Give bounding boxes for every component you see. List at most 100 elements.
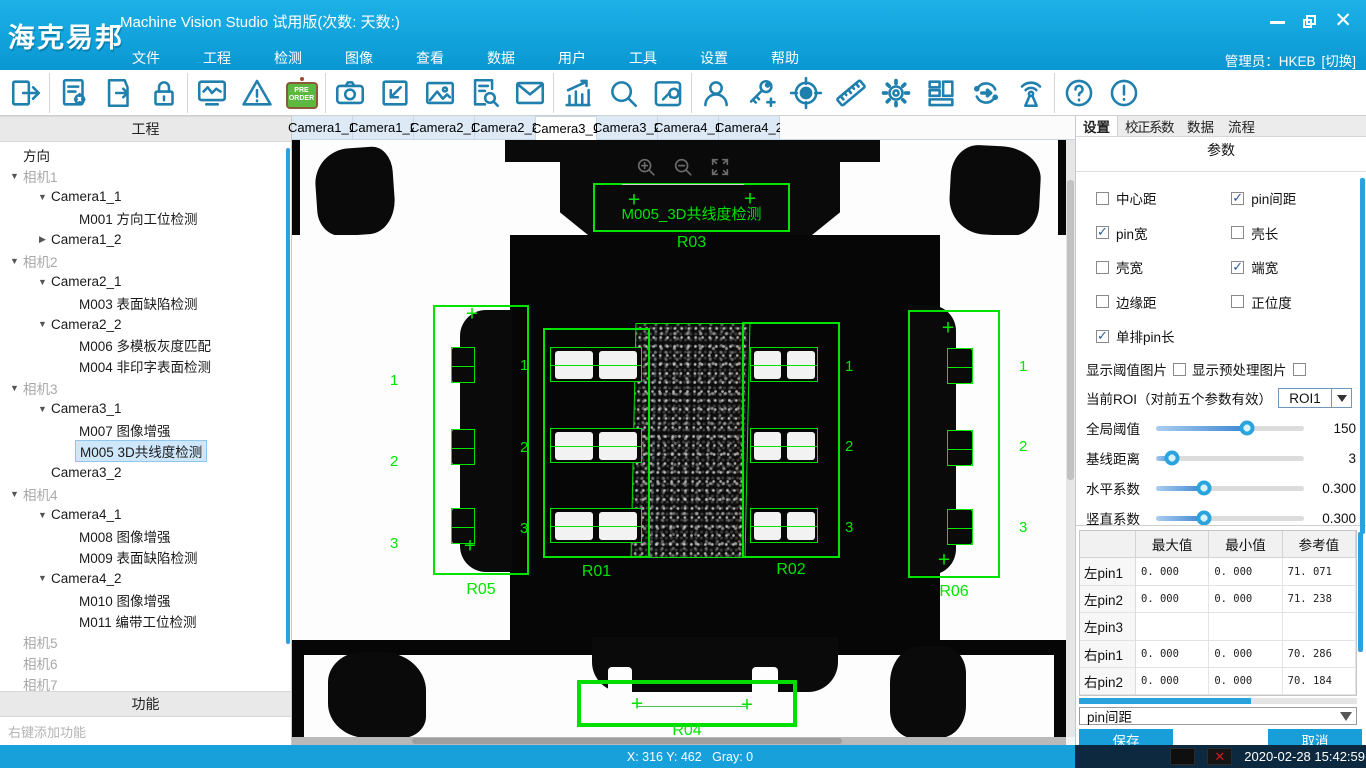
tree-item[interactable]: 方向 [0,144,291,165]
tree-item[interactable]: 相机5 [0,631,291,652]
monitor-wave-icon[interactable] [189,72,234,114]
tree-item[interactable]: M010 图像增强 [0,589,291,610]
checkbox-edge-distance[interactable]: 边缘距 [1096,292,1231,312]
camera-tab-active[interactable]: Camera3_1 [536,116,597,140]
table-cell[interactable]: 0. 000 [1209,586,1282,613]
menu-tools[interactable]: 工具 [629,48,657,68]
tree-item[interactable]: M006 多模板灰度匹配 [0,335,291,356]
camera-tab[interactable]: Camera1_1 [292,116,353,140]
fit-view-icon[interactable] [709,156,731,183]
tree-expand-icon[interactable]: ▶ [34,234,51,245]
checkbox-single-row-pin-length[interactable]: 单排pin长 [1096,326,1231,346]
tree-item[interactable]: M009 表面缺陷检测 [0,547,291,568]
roi-select-dropdown-button[interactable] [1332,388,1352,408]
menu-user[interactable]: 用户 [558,48,586,68]
camera-tab[interactable]: Camera2_2 [475,116,536,140]
image-vertical-scrollbar[interactable] [1066,140,1075,737]
tree-item[interactable]: ▼相机1 [0,165,291,186]
tree-item[interactable]: 相机6 [0,653,291,674]
toolbox-icon[interactable] [645,72,690,114]
switch-user-link[interactable]: [切换] [1321,50,1356,70]
table-cell[interactable]: 71. 071 [1283,558,1356,585]
table-cell[interactable]: 0. 000 [1136,641,1209,668]
menu-file[interactable]: 文件 [132,48,160,68]
roi-box-r05[interactable] [433,305,529,575]
checkbox-threshold-image[interactable] [1173,363,1186,376]
table-cell[interactable]: 0. 000 [1136,558,1209,585]
checkbox-pin-pitch[interactable]: pin间距 [1231,188,1360,208]
slider-track[interactable] [1156,456,1304,461]
zoom-in-icon[interactable] [635,156,657,183]
image-horizontal-scrollbar[interactable] [292,737,1066,745]
table-cell[interactable]: 70. 286 [1283,641,1356,668]
tree-expand-icon[interactable]: ▼ [34,277,51,287]
menu-view[interactable]: 查看 [416,48,444,68]
menu-project[interactable]: 工程 [203,48,231,68]
table-cell[interactable]: 0. 000 [1209,641,1282,668]
tree-expand-icon[interactable]: ▼ [6,171,23,181]
table-cell[interactable] [1209,613,1282,640]
tree-expand-icon[interactable]: ▼ [6,256,23,266]
slider-thumb[interactable] [1165,451,1180,466]
roi-box-r06[interactable] [908,310,1000,578]
menu-detect[interactable]: 检测 [274,48,302,68]
camera-tab[interactable]: Camera3_2 [597,116,658,140]
image-icon[interactable] [417,72,462,114]
table-cell[interactable] [1136,613,1209,640]
tree-expand-icon[interactable]: ▼ [34,573,51,583]
tree-item[interactable]: ▶Camera1_2 [0,229,291,250]
tab-data[interactable]: 数据 [1180,116,1221,136]
measure-type-dropdown[interactable]: pin间距 [1079,707,1357,725]
function-placeholder[interactable]: 右键添加功能 [0,717,291,745]
tree-expand-icon[interactable]: ▼ [34,192,51,202]
slider-track[interactable] [1156,486,1304,491]
checkbox-icon[interactable] [1096,330,1109,343]
checkbox-icon[interactable] [1096,261,1109,274]
tree-expand-icon[interactable]: ▼ [34,510,51,520]
checkbox-icon[interactable] [1231,226,1244,239]
table-cell[interactable]: 0. 000 [1209,668,1282,695]
slider-track[interactable] [1156,426,1304,431]
tree-item[interactable]: ▼相机3 [0,377,291,398]
mail-icon[interactable] [507,72,552,114]
key-add-icon[interactable] [738,72,783,114]
statistics-icon[interactable] [555,72,600,114]
about-icon[interactable] [1101,72,1146,114]
checkbox-shell-length[interactable]: 壳长 [1231,223,1360,243]
tree-item[interactable]: M001 方向工位检测 [0,208,291,229]
search-icon[interactable] [600,72,645,114]
zoom-out-icon[interactable] [672,156,694,183]
tree-expand-icon[interactable]: ▼ [6,489,23,499]
checkbox-icon[interactable] [1231,261,1244,274]
roi-box-r04[interactable] [577,680,797,727]
target-icon[interactable] [783,72,828,114]
tree-item[interactable]: M008 图像增强 [0,525,291,546]
checkbox-pin-width[interactable]: pin宽 [1096,223,1231,243]
table-cell[interactable]: 0. 000 [1209,558,1282,585]
tree-item[interactable]: M007 图像增强 [0,419,291,440]
layout-blocks-icon[interactable] [918,72,963,114]
table-vertical-scrollbar[interactable] [1358,532,1363,652]
tree-item[interactable]: M004 非印字表面检测 [0,356,291,377]
tree-item[interactable]: M003 表面缺陷检测 [0,292,291,313]
slider-thumb[interactable] [1240,421,1255,436]
help-icon[interactable] [1056,72,1101,114]
tab-correction[interactable]: 校正系数 [1118,116,1180,136]
tree-expand-icon[interactable]: ▼ [6,383,23,393]
restore-icon[interactable] [1303,15,1316,28]
tree-item[interactable]: ▼Camera4_2 [0,568,291,589]
tree-item[interactable]: ▼相机4 [0,483,291,504]
user-icon[interactable] [693,72,738,114]
checkbox-icon[interactable] [1231,295,1244,308]
camera-tab[interactable]: Camera4_2 [719,116,780,140]
menu-image[interactable]: 图像 [345,48,373,68]
camera-tab[interactable]: Camera2_1 [414,116,475,140]
menu-help[interactable]: 帮助 [771,48,799,68]
roi-select[interactable]: ROI1 [1278,388,1332,408]
settings-gear-icon[interactable] [873,72,918,114]
tree-item[interactable]: M011 编带工位检测 [0,610,291,631]
lock-icon[interactable] [141,72,186,114]
table-cell[interactable]: 0. 000 [1136,668,1209,695]
tree-item[interactable]: ▼Camera1_1 [0,186,291,207]
document-settings-icon[interactable] [51,72,96,114]
